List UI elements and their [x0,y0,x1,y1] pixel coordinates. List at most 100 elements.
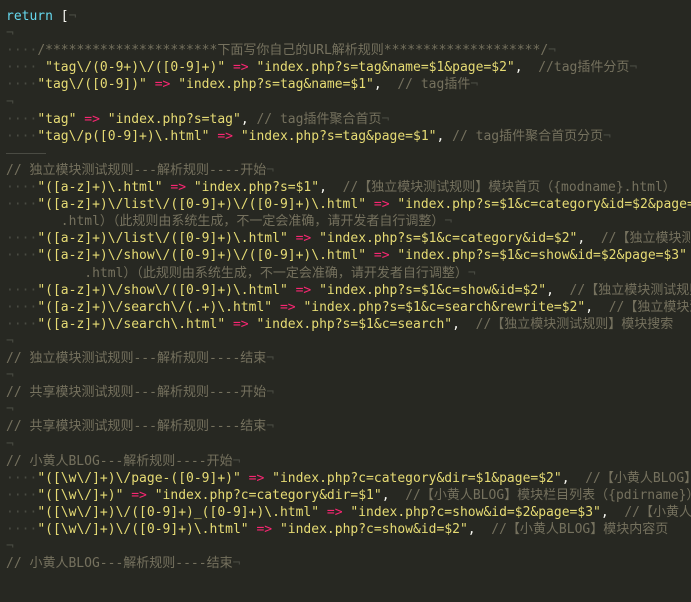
comment-token: //【小黄人BLOG】模块内容页 [491,522,669,537]
end-of-line-marker: ¬ [266,351,275,366]
punctuation-token: , [381,487,406,503]
code-line[interactable]: ¬ [6,538,14,555]
string-token: "index.php?c=category&dir=$1&page=$2" [272,470,562,486]
keyword-token: return [6,9,53,24]
whitespace-marker: ···· [6,231,38,247]
code-line[interactable]: .html）（此规则由系统生成，不一定会准确，请开发者自行调整）¬ [6,213,452,230]
operator-token: => [248,522,280,537]
comment-token: //【小黄人BLOG】模块 [585,470,691,486]
string-token: "index.php?s=$1&c=show&id=$2" [319,282,547,298]
code-line[interactable]: ¬ [6,333,14,350]
operator-token: => [319,504,351,520]
code-line[interactable]: ····"([a-z]+)\/list\/([0-9]+)\.html" => … [6,230,691,247]
whitespace-marker: ···· [6,77,38,93]
code-line[interactable]: ···· "tag\/(0-9+)\/([0-9]+)" => "index.p… [6,59,637,76]
code-line[interactable]: ····"tag\/([0-9])" => "index.php?s=tag&n… [6,76,478,93]
whitespace-marker: ···· [6,111,38,127]
string-token: "index.php?s=tag&page=$1" [240,128,437,144]
string-token: "tag\/p([0-9]+)\.html" [37,128,210,144]
code-line[interactable]: // 共享模块测试规则---解析规则----开始¬ [6,384,274,401]
code-line[interactable]: ¬ [6,25,14,42]
operator-token: => [225,60,257,76]
code-line[interactable]: // 小黄人BLOG---解析规则----结束¬ [6,555,240,572]
comment-token: /**********************下面写你自己的URL解析规则***… [37,43,549,59]
indent-guide [6,152,46,154]
whitespace-marker: ···· [6,470,38,486]
string-token: "index.php?c=show&id=$2&page=$3" [350,504,601,520]
punctuation-token: , [561,470,586,486]
code-line[interactable]: ····"tag" => "index.php?s=tag", // tag插件… [6,111,389,128]
end-of-line-marker: ¬ [6,539,14,555]
string-token: "index.php?c=category&dir=$1" [154,487,382,503]
whitespace-marker: ···· [6,522,38,537]
string-token: "index.php?s=tag&name=$1&page=$2" [256,60,515,76]
code-line[interactable]: ····"([a-z]+)\/show\/([0-9]+)\/([0-9]+)\… [6,247,687,264]
code-line[interactable]: return [¬ [6,8,76,25]
string-token: "([a-z]+)\.html" [37,180,163,195]
code-editor[interactable]: return [¬ ¬ ····/**********************下面写… [0,0,691,602]
end-of-line-marker: ¬ [444,214,453,230]
comment-token: //【独立模块测试规则】 [608,299,691,315]
code-line[interactable]: ····"([a-z]+)\/search\.html" => "index.p… [6,316,673,333]
whitespace-marker: ···· [6,60,38,76]
code-line[interactable]: ····"([\w\/]+)\/page-([0-9]+)" => "index… [6,470,691,487]
code-line[interactable]: ····"([\w\/]+)\/([0-9]+)\.html" => "inde… [6,521,668,538]
string-token: "([a-z]+)\/show\/([0-9]+)\/([0-9]+)\.htm… [37,248,367,264]
code-line[interactable]: ····"([a-z]+)\/show\/([0-9]+)\.html" => … [6,282,691,299]
string-token: "([a-z]+)\/search\/(.+)\.html" [37,299,273,315]
string-token: "tag\/(0-9+)\/([0-9]+)" [37,60,226,76]
code-line[interactable]: // 小黄人BLOG---解析规则----开始¬ [6,453,240,470]
comment-token: .html）（此规则由系统生成，不一定会准确，请开发者自行调整） [6,214,445,230]
end-of-line-marker: ¬ [629,60,638,76]
code-line[interactable]: // 独立模块测试规则---解析规则----开始¬ [6,162,274,179]
whitespace-marker: ···· [6,248,38,264]
string-token: "index.php?s=$1&c=search" [256,316,453,332]
string-token: "index.php?c=show&id=$2" [279,522,468,537]
code-line[interactable]: ¬ [6,436,14,453]
string-token: "([a-z]+)\/list\/([0-9]+)\/([0-9]+)\.htm… [37,197,367,213]
punctuation-token: , [546,282,570,298]
comment-token: // 独立模块测试规则---解析规则----开始 [6,162,267,178]
string-token: "index.php?s=$1&c=show&id=$2&page=$3" [397,248,687,264]
operator-token: => [366,248,398,264]
string-token: "([a-z]+)\/list\/([0-9]+)\.html" [37,231,288,247]
code-line[interactable]: ¬ [6,94,14,111]
end-of-line-marker: ¬ [232,556,241,572]
comment-token: // tag插件聚合首页分页 [452,128,604,144]
operator-token: => [225,316,257,332]
code-line[interactable]: ¬ [6,401,14,418]
code-line[interactable]: ····"tag\/p([0-9]+)\.html" => "index.php… [6,128,611,145]
code-line[interactable]: ····"([a-z]+)\/list\/([0-9]+)\/([0-9]+)\… [6,196,691,213]
code-line[interactable]: ····"([\w\/]+)\/([0-9]+)_([0-9]+)\.html"… [6,504,691,521]
end-of-line-marker: ¬ [381,111,390,127]
string-token: "([a-z]+)\/show\/([0-9]+)\.html" [37,282,288,298]
end-of-line-marker: ¬ [603,128,611,144]
punctuation-token: [ [52,9,69,24]
code-line[interactable]: ····"([a-z]+)\/search\/(.+)\.html" => "i… [6,299,691,316]
operator-token: => [272,299,304,315]
string-token: "([\w\/]+)\/([0-9]+)_([0-9]+)\.html" [37,504,320,520]
code-line[interactable]: // 独立模块测试规则---解析规则----结束¬ [6,350,274,367]
end-of-line-marker: ¬ [266,162,275,178]
punctuation-token: , [319,180,343,195]
code-line[interactable]: ····"([\w\/]+)" => "index.php?c=category… [6,487,691,504]
code-line[interactable]: ····/**********************下面写你自己的URL解析规… [6,42,556,59]
whitespace-marker: ···· [6,316,38,332]
string-token: "index.php?s=$1" [193,180,320,195]
operator-token: => [287,231,320,247]
comment-token: // 共享模块测试规则---解析规则----结束 [6,419,267,435]
comment-token: //【独立模块测试规则】 [569,282,691,298]
punctuation-token: , [240,111,257,127]
operator-token: => [240,470,273,486]
punctuation-token: , [436,128,453,144]
code-line[interactable]: .html）（此规则由系统生成，不一定会准确，请开发者自行调整）¬ [6,265,475,282]
string-token: "index.php?s=$1&c=category&id=$2" [319,231,578,247]
code-line[interactable]: ¬ [6,367,14,384]
end-of-line-marker: ¬ [6,94,14,110]
code-line[interactable]: // 共享模块测试规则---解析规则----结束¬ [6,418,274,435]
whitespace-marker: ···· [6,504,38,520]
code-line[interactable]: ····"([a-z]+)\.html" => "index.php?s=$1"… [6,179,676,196]
comment-token: .html）（此规则由系统生成，不一定会准确，请开发者自行调整） [6,265,468,281]
comment-token: //【独立模块测试规则】模块搜索 [475,316,674,332]
punctuation-token: , [452,316,476,332]
